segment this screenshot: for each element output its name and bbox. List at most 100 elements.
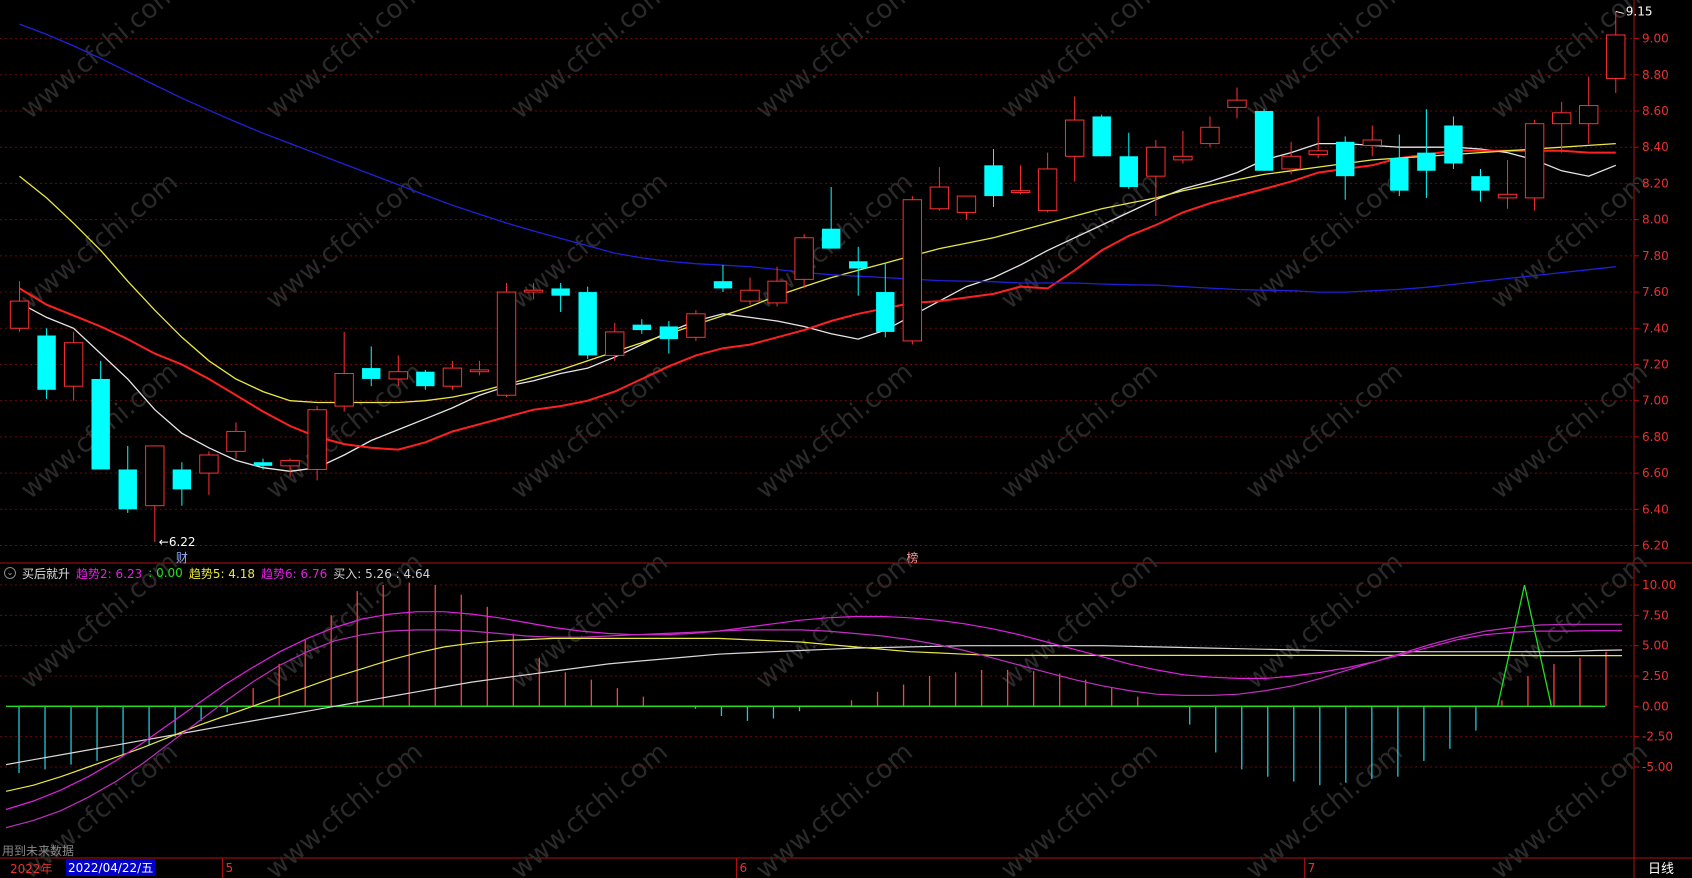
candle-body-up: [442, 367, 463, 387]
candle-body-down: [1444, 125, 1463, 164]
price-tick-label: 8.00: [1642, 213, 1669, 227]
indicator-tick-label: 0.00: [1642, 699, 1669, 713]
month-label: 7: [1308, 861, 1316, 875]
candle-body-down: [172, 469, 192, 490]
legend-buy: 买入: 5.26 : 4.64: [333, 566, 431, 581]
price-tick-label: 6.40: [1642, 502, 1669, 516]
price-tick-label: 7.60: [1642, 285, 1669, 299]
candle-body-down: [821, 228, 841, 249]
month-label: 6: [739, 861, 747, 875]
price-tick-label: 8.80: [1642, 68, 1669, 82]
candle-body-down: [1119, 156, 1138, 188]
legend-trend5: 趋势5: 4.18: [188, 566, 256, 581]
candle-body-up: [929, 186, 950, 210]
indicator-tick-label: 5.00: [1642, 639, 1669, 653]
candle-body-up: [1281, 155, 1301, 170]
indicator-tick-label: -2.50: [1642, 730, 1673, 744]
indicator-tick-label: 2.50: [1642, 669, 1669, 683]
stock-chart[interactable]: www.cfchi.com www.cfchi.com www.cfchi.com w…: [0, 0, 1692, 878]
candle-body-down: [632, 324, 651, 331]
candle-body-down: [713, 281, 733, 289]
candle-body-down: [659, 326, 679, 340]
candle-body-up: [63, 342, 84, 387]
legend-green: : 0.00: [148, 566, 183, 580]
candle-body-up: [523, 289, 544, 293]
candle-body-up: [469, 369, 490, 373]
event-marker: 榜: [906, 550, 918, 565]
low-price-label: ←6.22: [159, 535, 196, 549]
candle-body-up: [9, 300, 30, 329]
price-tick-label: 9.00: [1642, 32, 1669, 46]
candle-body-up: [1227, 99, 1247, 108]
candle-body-up: [686, 313, 706, 338]
candle-body-up: [1606, 34, 1626, 79]
candle-body-up: [334, 373, 354, 407]
candle-body-up: [307, 409, 327, 470]
candle-body-up: [496, 291, 517, 396]
candle-body-up: [1200, 126, 1220, 145]
candle-body-down: [551, 288, 570, 296]
price-tick-label: 7.80: [1642, 249, 1669, 263]
candle-body-down: [1254, 111, 1274, 171]
legend-trend2: 趋势2: 6.23: [76, 566, 143, 581]
indicator-tick-label: 7.50: [1642, 608, 1669, 622]
candle-body-down: [1390, 158, 1409, 191]
candle-body-up: [226, 430, 246, 452]
candle-body-down: [118, 469, 137, 510]
candle-body-down: [362, 368, 381, 379]
candle-body-down: [1336, 141, 1355, 177]
price-tick-label: 6.80: [1642, 430, 1669, 444]
price-tick-label: 6.60: [1642, 466, 1669, 480]
candle-body-up: [388, 371, 408, 380]
candle-body-down: [578, 292, 597, 356]
high-price-label: 9.15: [1626, 4, 1653, 18]
current-date-label: 2022/04/22/五: [66, 859, 156, 876]
indicator-tick-label: 10.00: [1642, 578, 1676, 592]
candle-body-down: [416, 371, 435, 387]
candle-body-up: [199, 454, 219, 474]
candle-body-up: [605, 331, 625, 356]
candle-body-up: [740, 289, 760, 302]
indicator-legend: ⌄ 买后就升 趋势2: 6.23 : 0.00 趋势5: 4.18 趋势6: 6…: [4, 565, 430, 581]
candle-body-up: [145, 445, 165, 507]
candle-body-up: [767, 280, 787, 304]
event-marker: 财: [176, 551, 188, 565]
candle-body-down: [849, 261, 868, 269]
candle-body-up: [280, 459, 300, 467]
price-tick-label: 8.60: [1642, 104, 1669, 118]
candle-body-down: [253, 462, 273, 466]
candle-body-up: [1524, 123, 1545, 199]
price-tick-label: 8.40: [1642, 140, 1669, 154]
candle-body-up: [1037, 168, 1058, 212]
price-tick-label: 8.20: [1642, 176, 1669, 190]
future-data-note: 用到未来数据: [2, 844, 75, 858]
candle-body-up: [1064, 119, 1085, 157]
candle-body-up: [956, 195, 977, 213]
legend-trend6: 趋势6: 6.76: [261, 566, 328, 581]
candle-body-up: [1362, 139, 1382, 146]
price-tick-label: 7.00: [1642, 394, 1669, 408]
price-tick-label: 7.20: [1642, 357, 1669, 371]
indicator-tick-label: -5.00: [1642, 760, 1673, 774]
candle-body-up: [1308, 150, 1328, 155]
price-tick-label: 7.40: [1642, 321, 1669, 335]
candle-body-up: [1497, 193, 1518, 199]
candle-body-up: [1010, 190, 1031, 193]
candle-body-up: [1146, 146, 1166, 177]
month-label: 5: [225, 861, 233, 875]
candle-body-up: [902, 199, 923, 342]
candle-body-down: [1417, 152, 1436, 171]
candle-body-down: [1471, 176, 1490, 191]
candle-body-up: [1551, 112, 1572, 125]
candle-body-down: [876, 292, 895, 332]
indicator-title: 买后就升: [22, 566, 71, 581]
candle-body-up: [794, 237, 814, 280]
candle-body-down: [37, 335, 56, 390]
period-daily-button[interactable]: 日线: [1648, 858, 1674, 877]
candle-body-up: [1579, 105, 1599, 125]
candle-body-up: [1173, 155, 1193, 161]
candle-body-down: [1092, 116, 1111, 157]
candle-body-down: [984, 165, 1003, 197]
collapse-indicator-icon[interactable]: ⌄: [4, 567, 16, 579]
year-label: 2022年: [10, 862, 53, 876]
